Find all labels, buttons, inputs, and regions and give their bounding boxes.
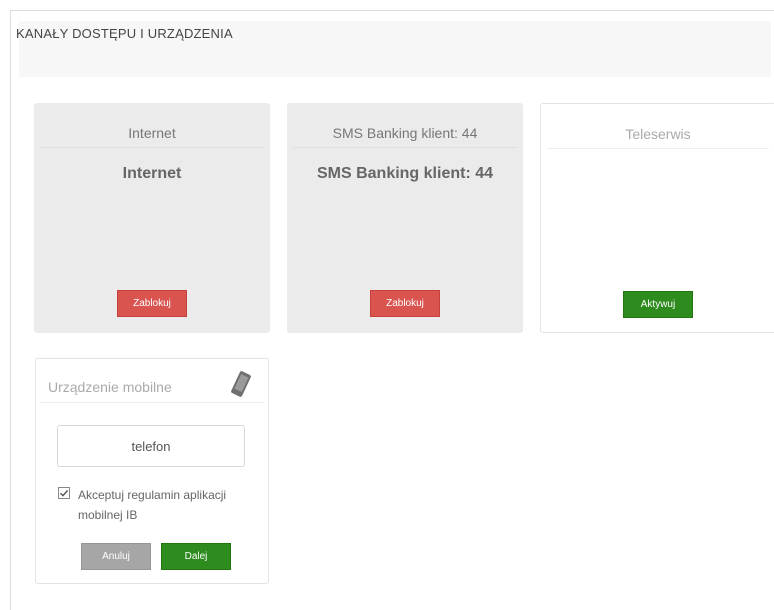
channel-card-sms-banking: SMS Banking klient: 44 SMS Banking klien… (287, 103, 523, 333)
terms-label: Akceptuj regulamin aplikacji mobilnej IB (78, 488, 227, 522)
channel-card-teleserwis: Teleserwis Aktywuj (540, 103, 774, 333)
block-internet-button[interactable]: Zablokuj (117, 290, 187, 317)
panel-title: KANAŁY DOSTĘPU I URZĄDZENIA (16, 26, 233, 41)
channel-card-name: Internet (122, 165, 182, 182)
phone-icon (229, 369, 253, 399)
block-sms-banking-button[interactable]: Zablokuj (370, 290, 440, 317)
cancel-button[interactable]: Anuluj (81, 543, 151, 570)
terms-checkbox[interactable] (58, 487, 70, 499)
mobile-device-title: Urządzenie mobilne (48, 379, 172, 395)
channel-card-subtitle: Teleserwis (547, 126, 769, 149)
divider (40, 402, 264, 403)
channel-card-internet: Internet Internet Zablokuj (34, 103, 270, 333)
next-button[interactable]: Dalej (161, 543, 231, 570)
activate-teleserwis-button[interactable]: Aktywuj (623, 291, 693, 318)
channel-card-subtitle: SMS Banking klient: 44 (293, 125, 517, 148)
channel-card-name: SMS Banking klient: 44 (316, 165, 494, 182)
device-name-input[interactable] (57, 425, 245, 467)
channel-card-subtitle: Internet (40, 125, 264, 148)
mobile-device-card: Urządzenie mobilne Akceptuj regulamin ap… (35, 358, 269, 584)
